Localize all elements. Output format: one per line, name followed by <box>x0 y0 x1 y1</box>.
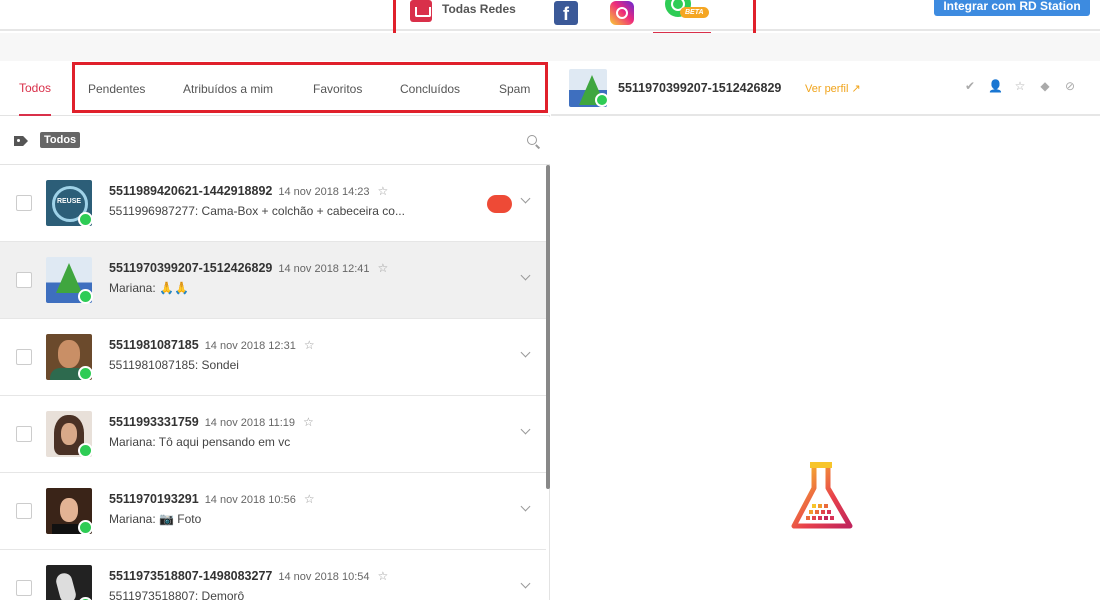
star-icon[interactable]: ☆ <box>378 569 389 583</box>
filter-tabs: Todos Pendentes Atribuídos a mim Favorit… <box>0 61 550 116</box>
star-icon[interactable]: ☆ <box>1013 79 1027 93</box>
whatsapp-badge-icon <box>78 520 93 535</box>
chevron-down-icon[interactable] <box>520 501 531 512</box>
whatsapp-badge-icon <box>78 366 93 381</box>
beta-badge: BETA <box>680 7 709 18</box>
network-tab-instagram[interactable] <box>610 0 634 35</box>
view-profile-link[interactable]: Ver perfil ↗ <box>805 82 861 95</box>
whatsapp-badge-icon <box>78 212 93 227</box>
conversation-date: 14 nov 2018 12:31 <box>204 340 296 352</box>
conversation-detail-header: 5511970399207-1512426829 Ver perfil ↗ ✔ … <box>551 61 1100 116</box>
conversation-row[interactable]: REUSE 5511989420621-1442918892 14 nov 20… <box>0 165 546 242</box>
tag-chip[interactable]: Todos <box>40 132 81 148</box>
conversation-row[interactable]: 5511970399207-1512426829 14 nov 2018 12:… <box>0 242 546 319</box>
conversation-preview: 5511981087185: Sondei <box>109 358 239 372</box>
conversation-preview: Mariana: 🙏🙏 <box>109 281 189 295</box>
network-tab-all[interactable]: Todas Redes <box>410 0 516 35</box>
conversation-date: 14 nov 2018 10:56 <box>204 494 296 506</box>
conversation-panel: Todos Pendentes Atribuídos a mim Favorit… <box>0 61 550 600</box>
detail-contact-name: 5511970399207-1512426829 <box>618 81 782 95</box>
avatar-text: REUSE <box>56 198 82 205</box>
chevron-down-icon[interactable] <box>520 193 531 204</box>
conversation-row[interactable]: 5511993331759 14 nov 2018 11:19 ☆ Marian… <box>0 396 546 473</box>
unread-dot <box>487 195 512 213</box>
conversation-name: 5511989420621-1442918892 <box>109 184 273 198</box>
conversation-preview: Mariana: Tô aqui pensando em vc <box>109 435 291 449</box>
whatsapp-badge-icon <box>78 289 93 304</box>
conversation-preview: Mariana: 📷 Foto <box>109 512 202 526</box>
conversation-date: 14 nov 2018 10:54 <box>278 571 370 583</box>
network-tab-whatsapp[interactable]: BETA <box>653 0 711 35</box>
tag-icon[interactable] <box>14 136 28 146</box>
conversation-list: REUSE 5511989420621-1442918892 14 nov 20… <box>0 165 550 600</box>
instagram-icon <box>610 1 634 25</box>
star-icon[interactable]: ☆ <box>378 184 389 198</box>
inbox-icon <box>410 0 432 22</box>
star-icon[interactable]: ☆ <box>378 261 389 275</box>
whatsapp-badge-icon <box>78 443 93 458</box>
conversation-date: 14 nov 2018 12:41 <box>278 263 370 275</box>
assign-user-icon[interactable]: 👤 <box>988 79 1003 93</box>
chevron-down-icon[interactable] <box>520 270 531 281</box>
row-checkbox[interactable] <box>16 503 32 519</box>
top-bar: Todas Redes f BETA Integrar com RD Stati… <box>0 0 1100 42</box>
conversation-name: 5511993331759 <box>109 415 199 429</box>
network-tab-facebook[interactable]: f <box>554 0 578 35</box>
star-icon[interactable]: ☆ <box>304 338 315 352</box>
chevron-down-icon[interactable] <box>520 578 531 589</box>
row-checkbox[interactable] <box>16 349 32 365</box>
conversation-date: 14 nov 2018 14:23 <box>278 186 370 198</box>
star-icon[interactable]: ☆ <box>303 415 314 429</box>
tag-filter-bar: Todos <box>0 117 550 165</box>
conversation-row[interactable]: 5511970193291 14 nov 2018 10:56 ☆ Marian… <box>0 473 546 550</box>
external-link-icon: ↗ <box>851 83 861 95</box>
row-checkbox[interactable] <box>16 195 32 211</box>
view-profile-label: Ver perfil <box>805 83 849 95</box>
block-icon[interactable]: ⊘ <box>1063 79 1077 93</box>
conversation-name: 5511970399207-1512426829 <box>109 261 273 275</box>
whatsapp-badge-icon <box>595 93 609 107</box>
flask-illustration-icon <box>791 462 853 529</box>
conversation-preview: 5511973518807: Demorô <box>109 589 245 600</box>
integrate-rd-station-button[interactable]: Integrar com RD Station <box>934 0 1090 16</box>
row-checkbox[interactable] <box>16 272 32 288</box>
star-icon[interactable]: ☆ <box>304 492 315 506</box>
tag-icon[interactable]: ◆ <box>1038 79 1052 93</box>
chevron-down-icon[interactable] <box>520 347 531 358</box>
conversation-row[interactable]: 5511981087185 14 nov 2018 12:31 ☆ 551198… <box>0 319 546 396</box>
tab-todos[interactable]: Todos <box>19 61 52 116</box>
conversation-name: 5511973518807-1498083277 <box>109 569 273 583</box>
header-spacer <box>0 33 1100 61</box>
chevron-down-icon[interactable] <box>520 424 531 435</box>
tabs-highlight-box <box>72 62 548 113</box>
detail-actions: ✔ 👤 ☆ ◆ ⊘ <box>963 79 1077 93</box>
conversation-date: 14 nov 2018 11:19 <box>204 417 296 429</box>
check-icon[interactable]: ✔ <box>963 79 977 93</box>
conversation-name: 5511981087185 <box>109 338 199 352</box>
row-checkbox[interactable] <box>16 426 32 442</box>
conversation-row[interactable]: 5511973518807-1498083277 14 nov 2018 10:… <box>0 550 546 600</box>
conversation-preview: 5511996987277: Cama-Box + colchão + cabe… <box>109 204 405 218</box>
search-icon[interactable] <box>527 135 537 145</box>
conversation-name: 5511970193291 <box>109 492 199 506</box>
conversation-scrollbar[interactable] <box>546 165 550 489</box>
row-checkbox[interactable] <box>16 580 32 596</box>
avatar <box>46 565 92 600</box>
network-tab-all-label: Todas Redes <box>442 2 516 16</box>
facebook-icon: f <box>554 1 578 25</box>
